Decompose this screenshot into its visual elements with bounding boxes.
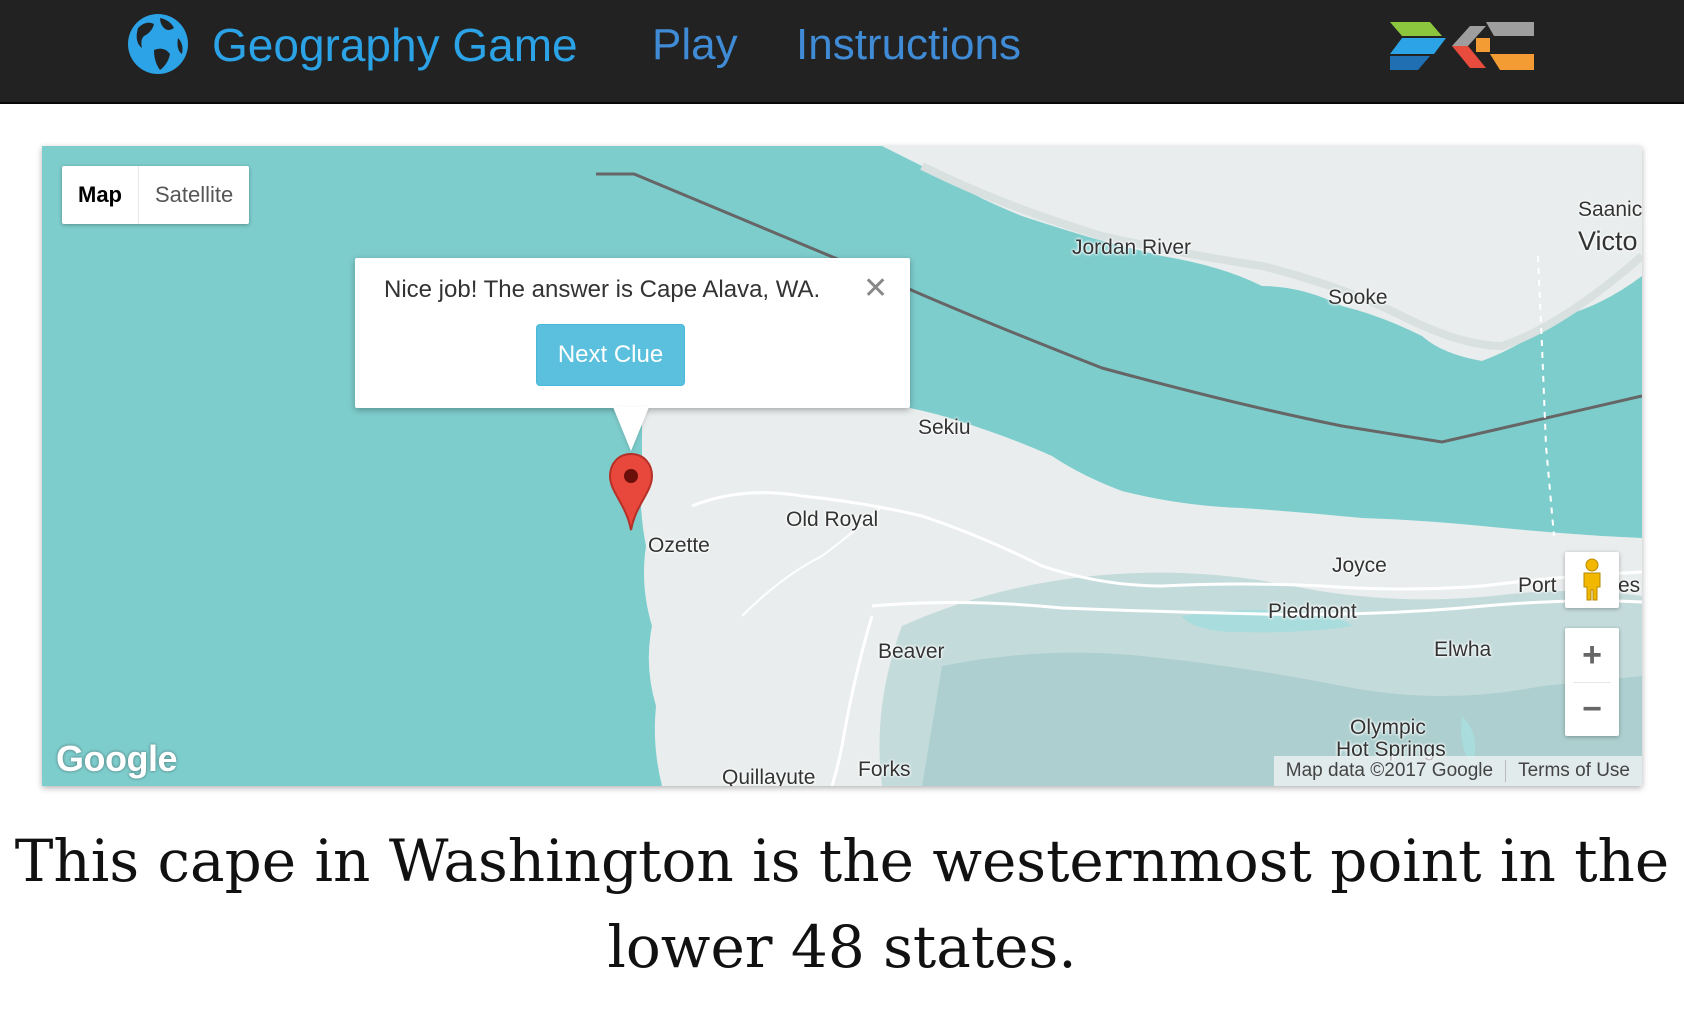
globe-icon[interactable] [124,10,192,78]
map-type-satellite-button[interactable]: Satellite [139,166,249,224]
google-logo[interactable]: Google [56,738,178,780]
map-attribution: Map data ©2017 Google Terms of Use [1273,756,1642,786]
terms-of-use-link[interactable]: Terms of Use [1505,760,1642,782]
map-data-credit: Map data ©2017 Google [1285,760,1494,781]
place-label: es [1618,574,1641,597]
street-view-pegman-icon[interactable] [1565,552,1619,608]
place-label: Beaver [878,640,945,663]
map-pin-icon[interactable] [608,452,654,532]
place-label: Quillayute [722,766,816,786]
place-label: Jordan River [1072,236,1192,259]
zoom-control: + − [1565,628,1619,736]
map-type-control: Map Satellite [62,166,250,224]
place-label: Sooke [1328,286,1388,309]
close-icon[interactable]: ✕ [863,274,888,304]
nav-instructions-link[interactable]: Instructions [796,18,1021,72]
clue-text: This cape in Washington is the westernmo… [14,827,1670,981]
brand-title[interactable]: Geography Game [212,18,578,72]
place-label: Elwha [1434,638,1492,661]
place-label: Port [1518,574,1557,597]
place-label: Old Royal [786,508,879,531]
zoom-out-button[interactable]: − [1565,682,1619,736]
place-label: Piedmont [1268,600,1357,623]
map-canvas[interactable]: Map Satellite Jordan River Sooke Saanic … [42,146,1642,786]
place-label: Joyce [1332,554,1387,577]
place-label: Forks [858,758,911,781]
place-label: Saanic [1578,198,1642,221]
info-window-tail [613,407,649,451]
place-label: Ozette [648,534,710,557]
place-label: Sekiu [918,416,971,439]
zoom-divider [1573,682,1611,683]
navbar: Geography Game Play Instructions [0,0,1684,104]
zoom-in-button[interactable]: + [1565,628,1619,682]
answer-message: Nice job! The answer is Cape Alava, WA. [384,276,821,303]
info-window: Nice job! The answer is Cape Alava, WA. … [355,258,910,451]
next-clue-button[interactable]: Next Clue [536,324,685,386]
brand-dx-logo [1390,22,1534,70]
map-terrain [596,146,1642,786]
nav-play-link[interactable]: Play [652,18,738,72]
place-label: Victo [1578,226,1638,256]
place-label: Olympic [1350,716,1426,739]
map-type-map-button[interactable]: Map [62,166,139,224]
